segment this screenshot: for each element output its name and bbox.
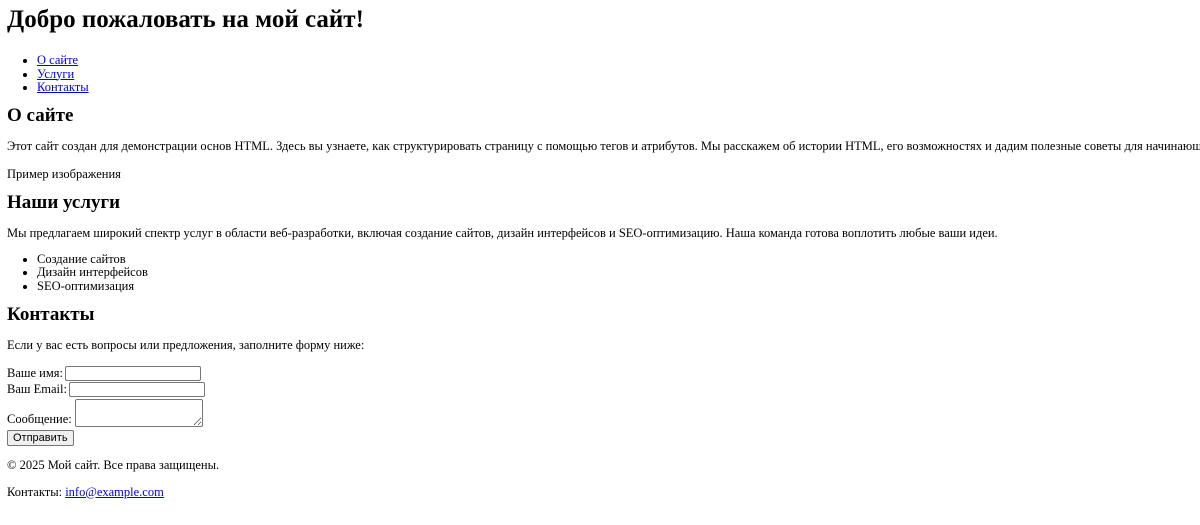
services-section: Наши услуги Мы предлагаем широкий спектр… bbox=[7, 192, 1193, 294]
about-heading: О сайте bbox=[7, 104, 74, 126]
name-input[interactable] bbox=[65, 365, 202, 381]
footer-contacts: Контакты: info@example.com bbox=[7, 485, 1193, 500]
page-title: Добро пожаловать на мой сайт! bbox=[7, 6, 364, 33]
message-textarea[interactable] bbox=[74, 398, 203, 427]
contact-form: Ваше имя: Ваш Email: Сообщение: Отправит… bbox=[7, 365, 1193, 446]
nav-list: О сайте Услуги Контакты bbox=[7, 53, 1193, 95]
submit-row: Отправить bbox=[7, 429, 1193, 446]
services-heading: Наши услуги bbox=[7, 191, 121, 213]
name-label: Ваше имя: bbox=[7, 365, 64, 380]
email-input[interactable] bbox=[68, 381, 205, 397]
nav-item-contacts: Контакты bbox=[37, 80, 1193, 95]
contacts-text: Если у вас есть вопросы или предложения,… bbox=[7, 337, 365, 352]
about-text: Этот сайт создан для демонстрации основ … bbox=[7, 138, 1200, 153]
footer-contacts-label: Контакты: bbox=[7, 484, 63, 499]
main-nav: О сайте Услуги Контакты bbox=[7, 53, 1193, 95]
about-section: О сайте Этот сайт создан для демонстраци… bbox=[7, 104, 1200, 182]
nav-link-about[interactable]: О сайте bbox=[37, 53, 78, 67]
service-item-websites: Создание сайтов bbox=[37, 252, 1193, 267]
contacts-heading: Контакты bbox=[7, 303, 95, 325]
service-item-interface-design: Дизайн интерфейсов bbox=[37, 266, 1193, 280]
example-image-alt-text: Пример изображения bbox=[7, 166, 121, 181]
nav-item-about: О сайте bbox=[37, 53, 1193, 68]
service-item-seo: SEO-оптимизация bbox=[37, 279, 1193, 294]
name-row: Ваше имя: bbox=[7, 365, 1193, 381]
footer-copyright: © 2025 Мой сайт. Все права защищены. bbox=[7, 457, 220, 472]
email-row: Ваш Email: bbox=[7, 381, 1193, 397]
example-image: Пример изображения bbox=[7, 166, 1193, 182]
email-label: Ваш Email: bbox=[7, 381, 67, 396]
services-list: Создание сайтов Дизайн интерфейсов SEO-о… bbox=[7, 252, 1193, 294]
nav-item-services: Услуги bbox=[37, 67, 1193, 82]
message-row: Сообщение: bbox=[7, 397, 1193, 427]
nav-link-contacts[interactable]: Контакты bbox=[37, 80, 89, 94]
contacts-section: Контакты Если у вас есть вопросы или пре… bbox=[7, 304, 1193, 446]
nav-link-services[interactable]: Услуги bbox=[37, 67, 74, 81]
footer-email-link[interactable]: info@example.com bbox=[65, 485, 164, 499]
page-footer: © 2025 Мой сайт. Все права защищены. Кон… bbox=[7, 458, 1193, 500]
page-header: Добро пожаловать на мой сайт! bbox=[7, 0, 1193, 40]
services-text: Мы предлагаем широкий спектр услуг в обл… bbox=[7, 225, 998, 240]
message-label: Сообщение: bbox=[7, 411, 72, 426]
submit-button[interactable]: Отправить bbox=[7, 429, 74, 446]
